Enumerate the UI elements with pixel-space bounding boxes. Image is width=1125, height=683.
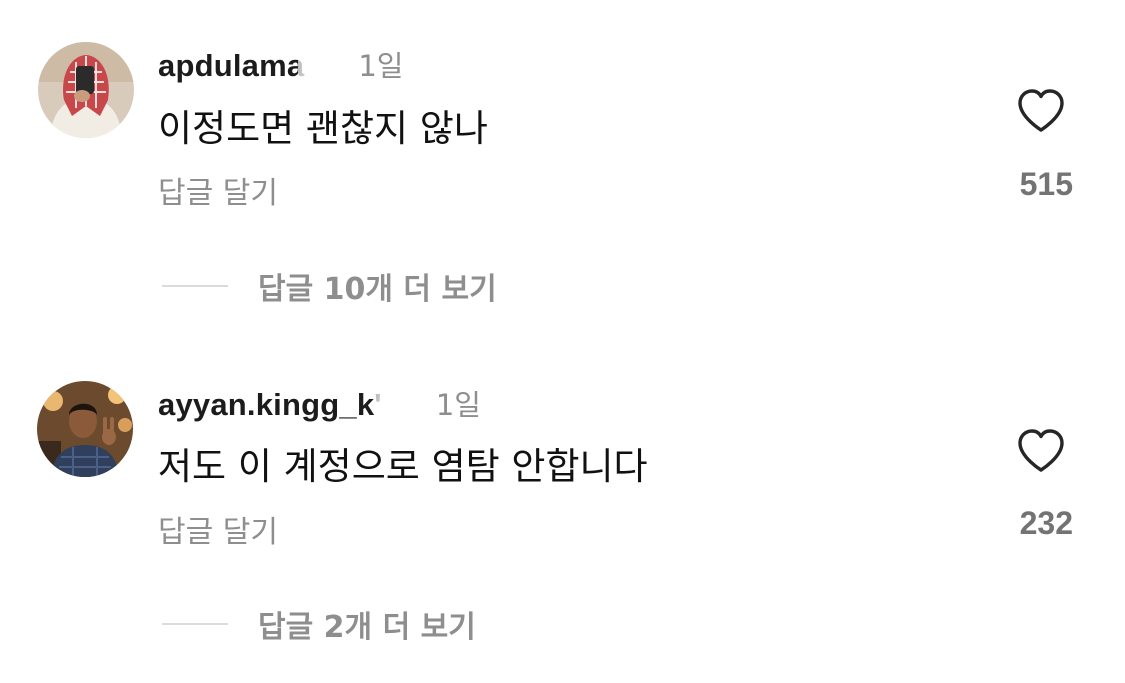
view-more-replies-label: 답글 2개 더 보기 bbox=[258, 610, 476, 645]
comment-text: 저도 이 계정으로 염탐 안합니다 bbox=[158, 445, 648, 488]
timestamp: 1일 bbox=[358, 49, 404, 83]
username[interactable]: ayyan.kingg_k' bbox=[158, 387, 382, 423]
avatar-image bbox=[38, 42, 134, 138]
view-more-replies-button[interactable]: 답글 10개 더 보기 bbox=[162, 264, 497, 308]
timestamp: 1일 bbox=[435, 388, 481, 422]
like-count: 515 bbox=[1019, 166, 1073, 202]
redaction-mask bbox=[375, 387, 434, 421]
comment-meta: apdulama 1일 bbox=[158, 42, 403, 86]
avatar[interactable] bbox=[38, 42, 134, 138]
like-button[interactable] bbox=[1016, 88, 1066, 134]
comment-meta: ayyan.kingg_k' 1일 bbox=[158, 381, 481, 425]
username[interactable]: apdulama bbox=[158, 48, 304, 84]
divider-line bbox=[162, 285, 228, 287]
like-count: 232 bbox=[1019, 505, 1073, 541]
view-more-replies-label: 답글 10개 더 보기 bbox=[258, 272, 497, 307]
divider-line bbox=[162, 623, 228, 625]
redaction-mask bbox=[298, 48, 357, 82]
comment-text: 이정도면 괜찮지 않나 bbox=[158, 107, 488, 150]
reply-button[interactable]: 답글 달기 bbox=[158, 168, 278, 212]
avatar[interactable] bbox=[37, 381, 133, 477]
heart-icon bbox=[1018, 89, 1064, 132]
view-more-replies-button[interactable]: 답글 2개 더 보기 bbox=[162, 602, 476, 646]
avatar-image bbox=[37, 381, 133, 477]
like-button[interactable] bbox=[1016, 428, 1066, 474]
reply-button[interactable]: 답글 달기 bbox=[158, 507, 278, 551]
heart-icon bbox=[1018, 429, 1064, 472]
